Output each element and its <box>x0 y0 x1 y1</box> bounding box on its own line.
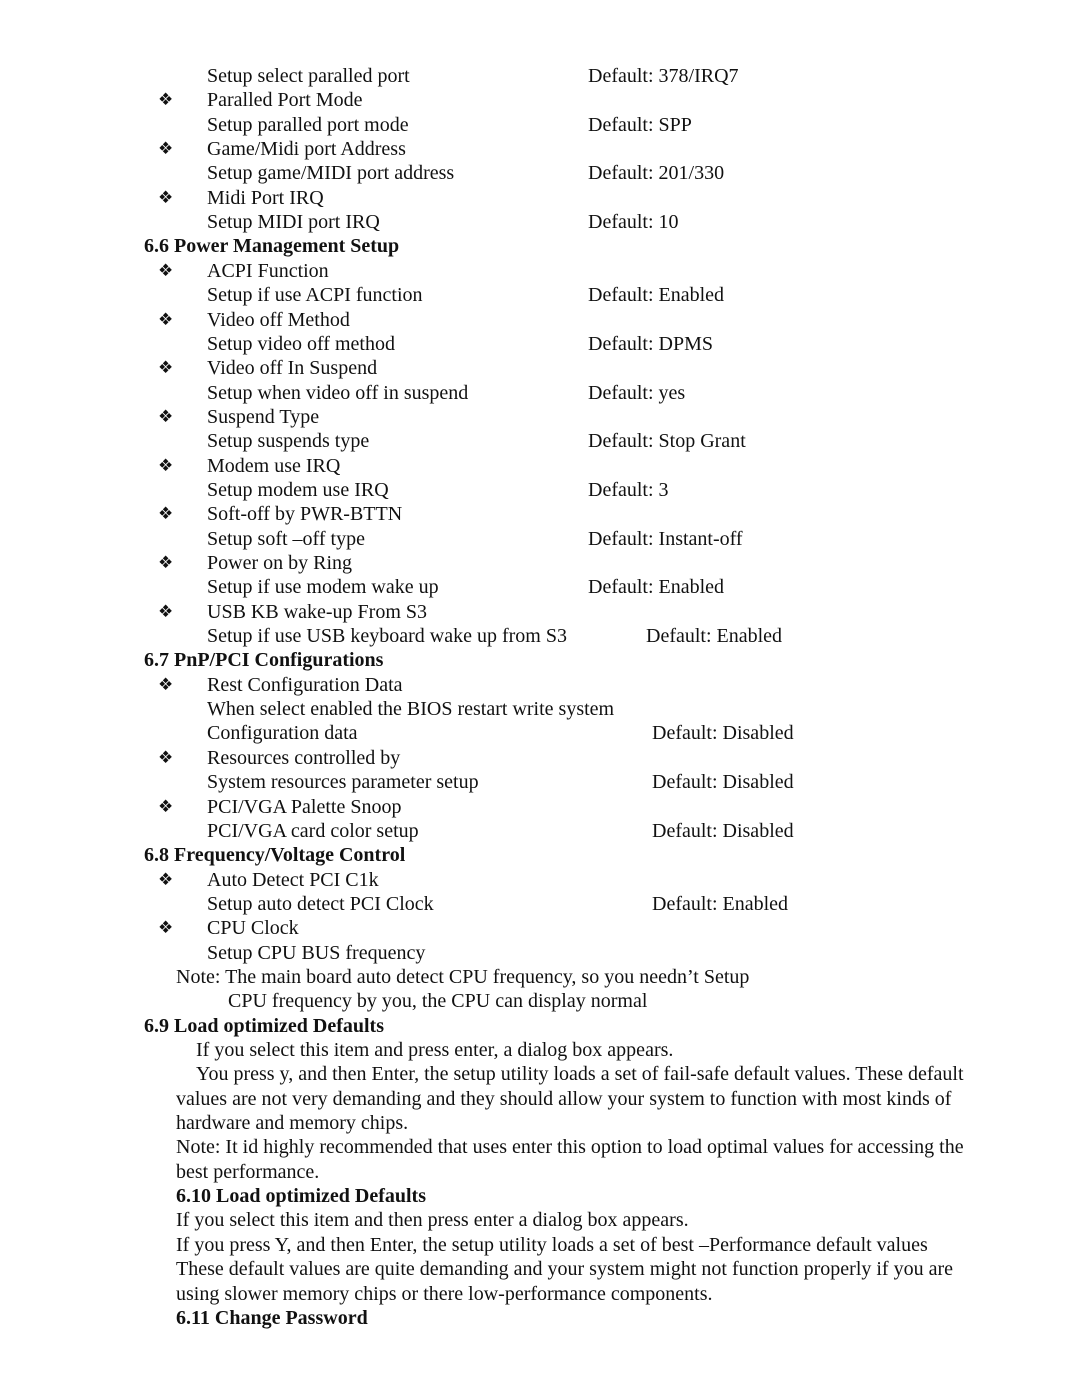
bullet-diamond-icon: ❖ <box>158 602 174 621</box>
note-text: Note: The main board auto detect CPU fre… <box>176 966 750 988</box>
paragraph-text: hardware and memory chips. <box>176 1112 409 1134</box>
setting-name: Soft-off by PWR-BTTN <box>207 503 403 525</box>
setting-default-value: Default: Enabled <box>652 893 789 915</box>
bullet-diamond-icon: ❖ <box>158 918 174 937</box>
bullet-diamond-icon: ❖ <box>158 188 174 207</box>
setting-default-value: Default: yes <box>588 382 686 404</box>
setting-name: Auto Detect PCI C1k <box>207 869 379 891</box>
setting-default-value: Default: DPMS <box>588 333 713 355</box>
setting-name: ACPI Function <box>207 260 329 282</box>
section-heading: 6.8 Frequency/Voltage Control <box>144 844 406 866</box>
setting-description: Setup video off method <box>207 333 395 355</box>
bullet-diamond-icon: ❖ <box>158 675 174 694</box>
paragraph-text: If you select this item and then press e… <box>176 1209 689 1231</box>
paragraph-text: Note: It id highly recommended that uses… <box>176 1136 964 1158</box>
section-heading: 6.10 Load optimized Defaults <box>176 1185 426 1207</box>
bullet-diamond-icon: ❖ <box>158 358 174 377</box>
setting-description: Setup select paralled port <box>207 65 410 87</box>
bullet-diamond-icon: ❖ <box>158 310 174 329</box>
setting-description: Setup MIDI port IRQ <box>207 211 380 233</box>
setting-default-value: Default: 201/330 <box>588 162 725 184</box>
setting-description: System resources parameter setup <box>207 771 479 793</box>
setting-description: Setup CPU BUS frequency <box>207 942 426 964</box>
setting-description: Setup game/MIDI port address <box>207 162 455 184</box>
setting-description: Setup soft –off type <box>207 528 365 550</box>
bullet-diamond-icon: ❖ <box>158 553 174 572</box>
setting-description: Setup if use modem wake up <box>207 576 439 598</box>
setting-default-value: Default: Stop Grant <box>588 430 746 452</box>
setting-description: Setup modem use IRQ <box>207 479 389 501</box>
paragraph-text: You press y, and then Enter, the setup u… <box>196 1063 964 1085</box>
bullet-diamond-icon: ❖ <box>158 504 174 523</box>
setting-default-value: Default: 378/IRQ7 <box>588 65 739 87</box>
setting-default-value: Default: 10 <box>588 211 679 233</box>
setting-name: Game/Midi port Address <box>207 138 406 160</box>
setting-name: Suspend Type <box>207 406 320 428</box>
setting-name: Modem use IRQ <box>207 455 341 477</box>
bullet-diamond-icon: ❖ <box>158 797 174 816</box>
setting-default-value: Default: Disabled <box>652 722 794 744</box>
setting-name: CPU Clock <box>207 917 299 939</box>
section-heading: 6.6 Power Management Setup <box>144 235 400 257</box>
bullet-diamond-icon: ❖ <box>158 261 174 280</box>
setting-default-value: Default: 3 <box>588 479 669 501</box>
paragraph-text: These default values are quite demanding… <box>176 1258 954 1280</box>
bullet-diamond-icon: ❖ <box>158 748 174 767</box>
setting-default-value: Default: Disabled <box>652 820 794 842</box>
setting-description: Setup if use USB keyboard wake up from S… <box>207 625 567 647</box>
paragraph-text: If you select this item and press enter,… <box>196 1039 674 1061</box>
setting-description: PCI/VGA card color setup <box>207 820 419 842</box>
setting-description: Setup auto detect PCI Clock <box>207 893 434 915</box>
bullet-diamond-icon: ❖ <box>158 407 174 426</box>
bullet-diamond-icon: ❖ <box>158 870 174 889</box>
paragraph-text: If you press Y, and then Enter, the setu… <box>176 1234 928 1256</box>
setting-description: Setup if use ACPI function <box>207 284 423 306</box>
bullet-diamond-icon: ❖ <box>158 90 174 109</box>
setting-default-value: Default: SPP <box>588 114 692 136</box>
setting-description: Setup paralled port mode <box>207 114 409 136</box>
setting-default-value: Default: Instant-off <box>588 528 743 550</box>
setting-description: Setup suspends type <box>207 430 370 452</box>
paragraph-text: best performance. <box>176 1161 320 1183</box>
setting-default-value: Default: Enabled <box>646 625 783 647</box>
paragraph-text: using slower memory chips or there low-p… <box>176 1283 713 1305</box>
setting-name: Rest Configuration Data <box>207 674 403 696</box>
setting-description: Configuration data <box>207 722 358 744</box>
note-text: CPU frequency by you, the CPU can displa… <box>228 990 648 1012</box>
setting-description: When select enabled the BIOS restart wri… <box>207 698 615 720</box>
section-heading: 6.7 PnP/PCI Configurations <box>144 649 384 671</box>
bullet-diamond-icon: ❖ <box>158 139 174 158</box>
setting-name: Paralled Port Mode <box>207 89 363 111</box>
section-heading: 6.11 Change Password <box>176 1307 368 1329</box>
bullet-diamond-icon: ❖ <box>158 456 174 475</box>
setting-name: USB KB wake-up From S3 <box>207 601 428 623</box>
setting-name: Video off In Suspend <box>207 357 378 379</box>
setting-name: Power on by Ring <box>207 552 352 574</box>
setting-name: Resources controlled by <box>207 747 401 769</box>
paragraph-text: values are not very demanding and they s… <box>176 1088 952 1110</box>
setting-name: PCI/VGA Palette Snoop <box>207 796 402 818</box>
setting-default-value: Default: Disabled <box>652 771 794 793</box>
setting-name: Video off Method <box>207 309 350 331</box>
setting-default-value: Default: Enabled <box>588 284 725 306</box>
setting-name: Midi Port IRQ <box>207 187 324 209</box>
setting-description: Setup when video off in suspend <box>207 382 469 404</box>
section-heading: 6.9 Load optimized Defaults <box>144 1015 384 1037</box>
setting-default-value: Default: Enabled <box>588 576 725 598</box>
